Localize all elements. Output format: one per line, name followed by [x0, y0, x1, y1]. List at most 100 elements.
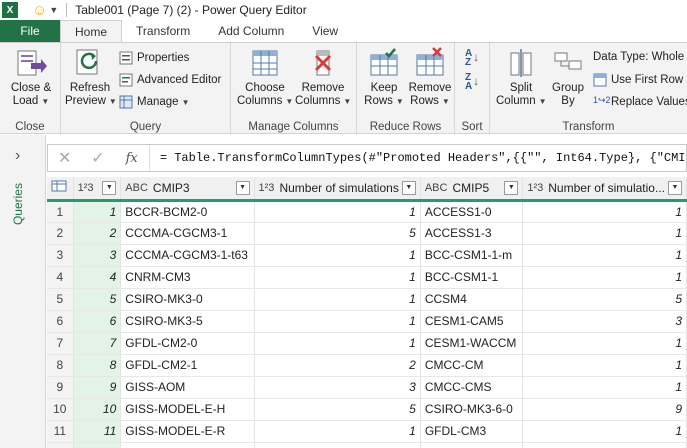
tab-home[interactable]: Home — [60, 20, 123, 42]
cell-cmip5[interactable]: BCC-CSM1-1-m — [420, 244, 524, 267]
cell-cmip5[interactable]: ACCESS1-0 — [420, 200, 524, 223]
row-number[interactable]: 8 — [47, 354, 74, 377]
cell-sim3[interactable]: 1 — [254, 310, 421, 333]
cell-sim5[interactable]: 3 — [522, 310, 687, 333]
cell-cmip3[interactable]: CNRM-CM3 — [120, 266, 255, 289]
properties-button[interactable]: Properties — [119, 51, 189, 65]
table-row[interactable]: 2 2 CCCMA-CGCM3-1 5 ACCESS1-3 1 — [47, 222, 687, 245]
cell-sim5[interactable]: 1 — [522, 442, 687, 448]
whole-number-type-icon[interactable]: 1²3 — [527, 182, 543, 194]
cell-index[interactable]: 11 — [73, 420, 122, 443]
cell-cmip5[interactable]: BCC-CSM1-1 — [420, 266, 524, 289]
table-row[interactable]: 4 4 CNRM-CM3 1 BCC-CSM1-1 1 — [47, 266, 687, 289]
cell-sim5[interactable]: 1 — [522, 200, 687, 223]
split-column-button[interactable]: Split Column ▼ — [496, 47, 547, 108]
cell-cmip5[interactable]: CMCC-CM — [420, 354, 524, 377]
tab-add-column[interactable]: Add Column — [204, 20, 298, 42]
text-type-icon[interactable]: ABC — [425, 182, 448, 194]
cell-cmip3[interactable]: CCCMA-CGCM3-1-t63 — [120, 244, 255, 267]
cell-cmip5[interactable]: ACCESS1-3 — [420, 222, 524, 245]
cell-sim3[interactable]: 2 — [254, 354, 421, 377]
column-header-cmip5[interactable]: ABC CMIP5 ▼ — [420, 177, 524, 202]
cell-sim5[interactable]: 5 — [522, 288, 687, 311]
remove-columns-button[interactable]: Remove Columns ▼ — [295, 47, 351, 108]
table-row[interactable]: 11 11 GISS-MODEL-E-R 1 GFDL-CM3 1 — [47, 420, 687, 443]
table-row[interactable]: 8 8 GFDL-CM2-1 2 CMCC-CM 1 — [47, 354, 687, 377]
row-number[interactable]: 3 — [47, 244, 74, 267]
cell-sim3[interactable]: 1 — [254, 200, 421, 223]
table-menu-icon[interactable] — [47, 177, 74, 202]
cell-index[interactable]: 6 — [73, 310, 122, 333]
row-number[interactable]: 12 — [47, 442, 74, 448]
cell-sim5[interactable]: 1 — [522, 354, 687, 377]
data-type-dropdown[interactable]: Data Type: Whole — [593, 51, 684, 63]
formula-input[interactable]: = Table.TransformColumnTypes(#"Promoted … — [150, 151, 686, 165]
table-row[interactable]: 10 10 GISS-MODEL-E-H 5 CSIRO-MK3-6-0 9 — [47, 398, 687, 421]
whole-number-type-icon[interactable]: 1²3 — [78, 182, 94, 194]
table-row[interactable]: 9 9 GISS-AOM 3 CMCC-CMS 1 — [47, 376, 687, 399]
cell-sim5[interactable]: 9 — [522, 398, 687, 421]
cancel-formula-icon[interactable]: ✕ — [48, 148, 81, 168]
column-header-index[interactable]: 1²3 ▼ — [73, 177, 122, 202]
cell-cmip3[interactable]: GISS-MODEL-E-H — [120, 398, 255, 421]
table-row[interactable]: 1212INGV-ECHAM41GFDL-ESM2M1 — [47, 442, 687, 448]
tab-transform[interactable]: Transform — [122, 20, 204, 42]
row-number[interactable]: 9 — [47, 376, 74, 399]
row-number[interactable]: 11 — [47, 420, 74, 443]
text-type-icon[interactable]: ABC — [125, 182, 148, 194]
cell-index[interactable]: 12 — [73, 442, 122, 448]
cell-sim3[interactable]: 1 — [254, 332, 421, 355]
cell-sim3[interactable]: 1 — [254, 442, 421, 448]
filter-dropdown-icon[interactable]: ▼ — [102, 180, 117, 195]
cell-index[interactable]: 2 — [73, 222, 122, 245]
cell-cmip3[interactable]: BCCR-BCM2-0 — [120, 200, 255, 223]
cell-index[interactable]: 7 — [73, 332, 122, 355]
cell-sim3[interactable]: 3 — [254, 376, 421, 399]
row-number[interactable]: 1 — [47, 200, 74, 223]
row-number[interactable]: 6 — [47, 310, 74, 333]
sort-ascending-button[interactable]: A Z ↓ — [465, 49, 479, 68]
cell-sim5[interactable]: 1 — [522, 376, 687, 399]
table-row[interactable]: 5 5 CSIRO-MK3-0 1 CCSM4 5 — [47, 288, 687, 311]
cell-cmip5[interactable]: GFDL-ESM2M — [420, 442, 524, 448]
cell-cmip3[interactable]: GISS-AOM — [120, 376, 255, 399]
row-number[interactable]: 7 — [47, 332, 74, 355]
cell-sim3[interactable]: 1 — [254, 420, 421, 443]
replace-values-button[interactable]: 1↪2 Replace Values — [593, 95, 687, 109]
table-row[interactable]: 3 3 CCCMA-CGCM3-1-t63 1 BCC-CSM1-1-m 1 — [47, 244, 687, 267]
cell-sim5[interactable]: 1 — [522, 244, 687, 267]
cell-index[interactable]: 10 — [73, 398, 122, 421]
cell-sim3[interactable]: 5 — [254, 222, 421, 245]
queries-pane-label[interactable]: Queries — [11, 183, 25, 225]
column-header-sim5[interactable]: 1²3 Number of simulatio... ▼ — [522, 177, 687, 202]
cell-cmip5[interactable]: CMCC-CMS — [420, 376, 524, 399]
filter-dropdown-icon[interactable]: ▼ — [504, 180, 519, 195]
row-number[interactable]: 2 — [47, 222, 74, 245]
cell-sim5[interactable]: 1 — [522, 420, 687, 443]
cell-index[interactable]: 1 — [73, 200, 122, 223]
quick-access-dropdown-icon[interactable]: ▼ — [49, 5, 58, 15]
column-header-sim3[interactable]: 1²3 Number of simulations ▼ — [254, 177, 421, 202]
cell-cmip3[interactable]: CSIRO-MK3-5 — [120, 310, 255, 333]
manage-button[interactable]: Manage ▼ — [119, 95, 189, 109]
cell-sim3[interactable]: 1 — [254, 266, 421, 289]
filter-dropdown-icon[interactable]: ▼ — [668, 180, 682, 195]
tab-file[interactable]: File — [0, 20, 60, 42]
chevron-right-icon[interactable]: › — [15, 147, 20, 165]
remove-rows-button[interactable]: Remove Rows ▼ — [407, 47, 453, 108]
cell-index[interactable]: 8 — [73, 354, 122, 377]
choose-columns-button[interactable]: Choose Columns ▼ — [237, 47, 293, 108]
cell-cmip5[interactable]: GFDL-CM3 — [420, 420, 524, 443]
sort-descending-button[interactable]: Z A ↓ — [465, 73, 479, 92]
cell-cmip3[interactable]: GFDL-CM2-1 — [120, 354, 255, 377]
cell-cmip5[interactable]: CCSM4 — [420, 288, 524, 311]
fx-icon[interactable]: fx — [115, 145, 150, 171]
cell-cmip3[interactable]: CSIRO-MK3-0 — [120, 288, 255, 311]
cell-sim5[interactable]: 1 — [522, 332, 687, 355]
row-number[interactable]: 4 — [47, 266, 74, 289]
filter-dropdown-icon[interactable]: ▼ — [235, 180, 250, 195]
column-header-cmip3[interactable]: ABC CMIP3 ▼ — [120, 177, 255, 202]
cell-cmip5[interactable]: CESM1-WACCM — [420, 332, 524, 355]
whole-number-type-icon[interactable]: 1²3 — [259, 182, 275, 194]
refresh-preview-button[interactable]: Refresh Preview ▼ — [65, 47, 117, 108]
